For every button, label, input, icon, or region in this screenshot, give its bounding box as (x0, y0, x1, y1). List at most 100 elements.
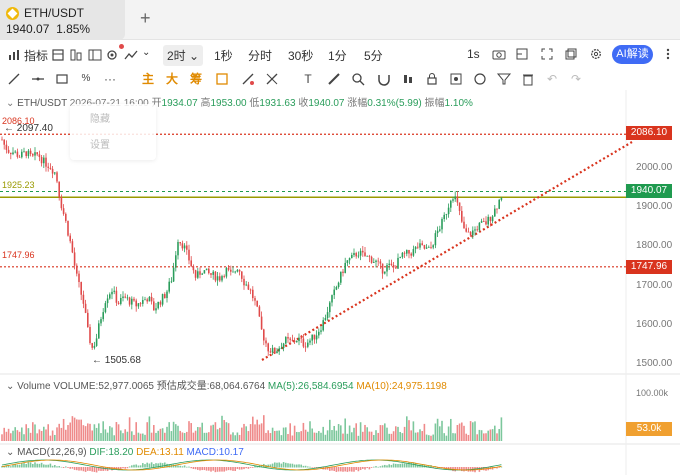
zhu-button[interactable]: 主 (140, 71, 156, 87)
macd-bar (414, 463, 417, 468)
chou-button[interactable]: 筹 (188, 71, 204, 87)
candle-body (443, 214, 445, 220)
collapse-chevron-icon[interactable]: ⌄ (6, 381, 14, 392)
pencil-icon[interactable] (326, 71, 342, 87)
add-tab-button[interactable]: + (140, 8, 151, 28)
interval-1m[interactable]: 1分 (328, 47, 347, 64)
macd-bar (395, 463, 397, 468)
macd-bar (304, 465, 307, 468)
candle-body (89, 327, 91, 344)
template-icon[interactable] (52, 49, 64, 61)
lock-icon[interactable] (424, 71, 440, 87)
filter-icon[interactable] (496, 71, 512, 87)
macd-bar (62, 467, 65, 469)
volume-bar (500, 417, 503, 441)
candle-body (186, 245, 188, 250)
volume-bar (25, 424, 27, 441)
settings-menu-item[interactable]: 设置 (90, 136, 110, 151)
collapse-chevron-icon[interactable]: ⌄ (6, 98, 14, 109)
macd-bar (161, 463, 164, 468)
ai-interpret-button[interactable]: AI解读 (612, 45, 653, 64)
eye-icon[interactable] (448, 71, 464, 87)
candle-body (236, 269, 239, 272)
candle-body (122, 296, 124, 298)
camera-icon[interactable] (492, 48, 506, 60)
candle-body (252, 289, 254, 299)
chevron-down-icon[interactable]: ⌄ (142, 47, 150, 58)
fullscreen-icon[interactable] (541, 48, 553, 60)
macd-bar (36, 463, 38, 468)
interval-timeline[interactable]: 分时 (248, 47, 272, 64)
zoom-in-icon[interactable] (350, 71, 366, 87)
candle-body (315, 335, 318, 340)
interval-30s[interactable]: 30秒 (288, 47, 313, 64)
compare-icon[interactable] (70, 49, 82, 61)
symbol-tab[interactable]: ETH/USDT 1940.07 1.85% (0, 0, 125, 40)
redo-icon[interactable]: ↷ (568, 71, 584, 87)
candle-body (69, 235, 71, 242)
horizontal-line-icon[interactable] (30, 71, 46, 87)
macd-bar (214, 467, 217, 473)
candle-body (390, 263, 393, 266)
layers-icon[interactable] (565, 48, 577, 60)
more-tools-icon[interactable]: ··· (102, 71, 118, 87)
interval-5m[interactable]: 5分 (364, 47, 383, 64)
candle-body (234, 271, 236, 273)
candle-body (16, 151, 19, 157)
volume-bar (227, 423, 230, 441)
price-axis-label: 1900.00 (636, 201, 673, 213)
volume-bar (38, 429, 41, 441)
candle-body (199, 271, 201, 275)
candle-body (348, 258, 351, 261)
fib-icon[interactable]: % (78, 71, 94, 87)
macd-bar (223, 467, 225, 472)
chart-type-icon[interactable] (124, 49, 138, 61)
macd-bar (282, 462, 285, 468)
interval-selector[interactable]: 2时 ⌄ (163, 45, 204, 66)
layout-icon[interactable] (88, 49, 102, 61)
eraser-icon[interactable] (240, 71, 256, 87)
settings-icon[interactable] (106, 49, 118, 61)
da-button[interactable]: 大 (164, 71, 180, 87)
macd-bar (82, 467, 85, 472)
macd-bar (355, 467, 357, 471)
macd-bar (377, 466, 379, 468)
brush-icon[interactable] (214, 71, 230, 87)
trend-line-icon[interactable] (6, 71, 22, 87)
macd-bar (238, 467, 241, 470)
volume-bar (56, 427, 58, 441)
rectangle-icon[interactable] (54, 71, 70, 87)
candle-body (192, 266, 195, 271)
macd-bar (23, 463, 25, 468)
undo-icon[interactable]: ↶ (544, 71, 560, 87)
volume-bar (258, 424, 261, 441)
more-vertical-icon[interactable] (662, 48, 674, 60)
volume-bar (234, 435, 236, 441)
indicators-button[interactable]: 指标 (24, 47, 48, 64)
macd-bar (348, 467, 351, 472)
candle-body (439, 229, 441, 231)
candle-body (397, 257, 399, 269)
macd-bar (43, 464, 45, 468)
ruler-icon[interactable] (516, 48, 528, 60)
collapse-chevron-icon[interactable]: ⌄ (6, 447, 14, 458)
macd-bar (403, 463, 406, 468)
interval-1s[interactable]: 1秒 (214, 47, 233, 64)
magnet-icon[interactable] (376, 71, 392, 87)
interval-1s-right[interactable]: 1s (467, 47, 480, 61)
volume-bar (175, 424, 177, 441)
hide-menu-item[interactable]: 隐藏 (90, 110, 110, 125)
volume-bar (260, 423, 263, 441)
volume-bar (364, 424, 366, 441)
measure-icon[interactable] (264, 71, 280, 87)
volume-bar (181, 432, 184, 441)
volume-bar (78, 419, 80, 441)
candle-icon[interactable] (400, 71, 416, 87)
link-icon[interactable] (472, 71, 488, 87)
volume-bar (69, 422, 71, 441)
trash-icon[interactable] (520, 71, 536, 87)
volume-bar (355, 423, 357, 441)
gear-icon[interactable] (590, 48, 602, 60)
text-tool-icon[interactable]: T (300, 71, 316, 87)
macd-bar (298, 464, 300, 468)
